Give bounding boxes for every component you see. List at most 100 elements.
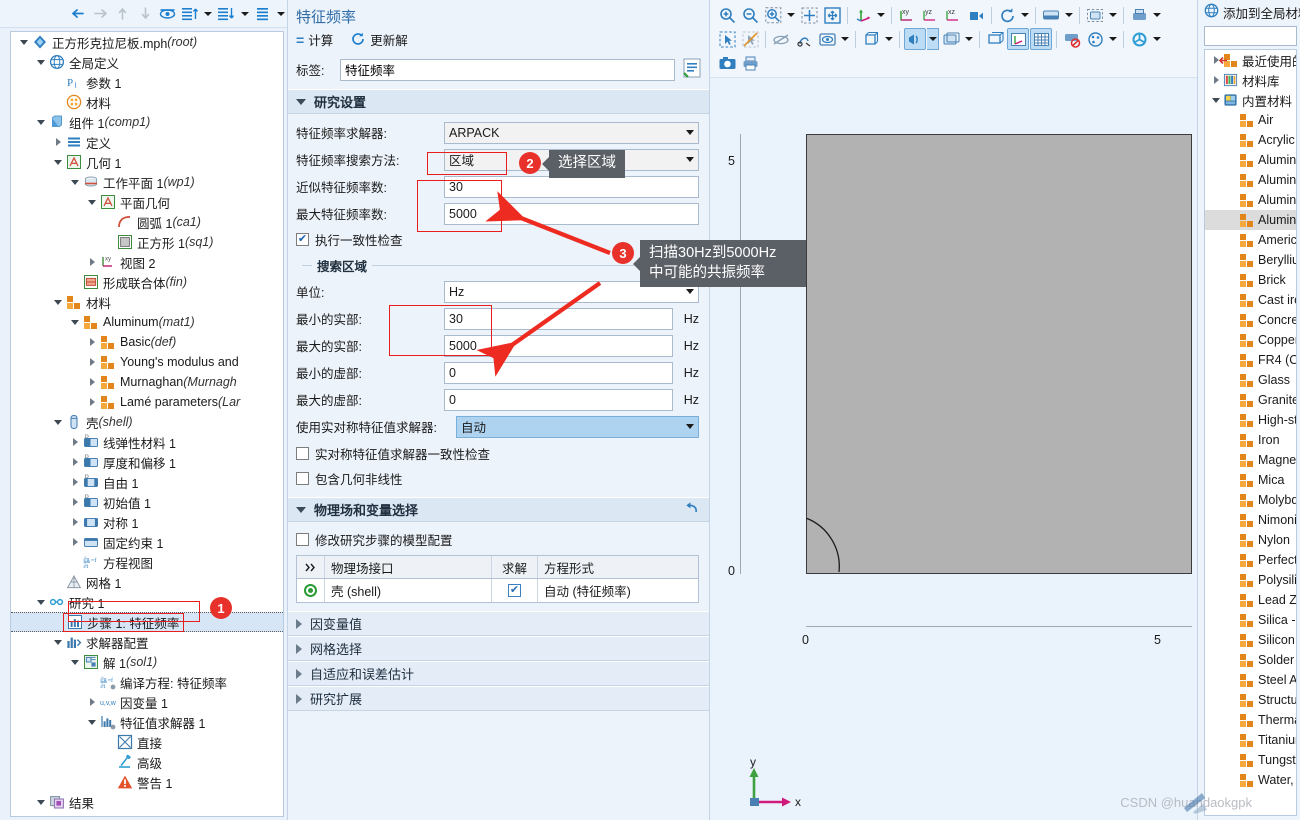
chevron-down-icon[interactable]	[34, 792, 48, 812]
tree-node[interactable]: 固定约束 1	[11, 532, 283, 552]
camera-view-icon[interactable]	[965, 4, 987, 26]
chevron-down-icon[interactable]	[1107, 4, 1119, 26]
material-list-item[interactable]: Nimonic	[1205, 510, 1296, 530]
chevron-right-icon[interactable]	[85, 692, 99, 712]
graphics-canvas[interactable]: 5 0 0 5 y x	[710, 78, 1197, 820]
material-search-input[interactable]	[1204, 26, 1297, 46]
axis-orient-icon[interactable]	[852, 4, 874, 26]
geometric-nonlinearity-row[interactable]: 包含几何非线性	[296, 467, 699, 489]
modify-model-config-checkbox[interactable]	[296, 532, 309, 546]
zoom-fit-icon[interactable]	[821, 4, 843, 26]
modify-model-config-row[interactable]: 修改研究步骤的模型配置	[296, 528, 699, 550]
material-list-item[interactable]: Aluminum	[1205, 170, 1296, 190]
rotate-icon[interactable]	[996, 4, 1018, 26]
chevron-right-icon[interactable]	[51, 132, 65, 152]
material-list-item[interactable]: Structu	[1205, 690, 1296, 710]
chevron-down-icon[interactable]	[785, 4, 797, 26]
consistency-check-row[interactable]: 执行一致性检查	[296, 228, 699, 250]
material-list-item[interactable]: Polysilic	[1205, 570, 1296, 590]
chevron-down-icon[interactable]	[202, 3, 214, 25]
chevron-down-icon[interactable]	[1019, 4, 1031, 26]
refresh-view-icon[interactable]	[1128, 28, 1150, 50]
select-box-icon[interactable]	[1084, 4, 1106, 26]
material-list-item[interactable]: Nylon	[1205, 530, 1296, 550]
material-list-item[interactable]: Silicon	[1205, 630, 1296, 650]
tree-node[interactable]: 正方形克拉尼板.mph (root)	[11, 32, 283, 52]
chevron-down-icon[interactable]	[1151, 4, 1163, 26]
chevron-right-icon[interactable]	[68, 492, 82, 512]
chevron-down-icon[interactable]	[1063, 4, 1075, 26]
material-list-item[interactable]: Steel AI	[1205, 670, 1296, 690]
eigenfrequency-solver-select[interactable]: ARPACK	[444, 121, 699, 144]
snapshot-icon[interactable]	[716, 52, 738, 74]
tree-node[interactable]: 材料	[11, 92, 283, 112]
tree-node[interactable]: ∂u ∂t =f 方程视图	[11, 552, 283, 572]
material-list-item[interactable]: Tungste	[1205, 750, 1296, 770]
tree-node[interactable]: 警告 1	[11, 772, 283, 792]
table-row[interactable]: 壳 (shell) ✔ 自动 (特征频率)	[297, 579, 698, 602]
view-xz-icon[interactable]: xz	[942, 4, 964, 26]
physics-table[interactable]: 物理场接口 求解 方程形式 壳 (shell) ✔ 自动 (特征频率)	[296, 555, 699, 603]
chevron-down-icon[interactable]	[34, 592, 48, 612]
zoom-out-icon[interactable]	[739, 4, 761, 26]
section-header-study-extensions[interactable]: 研究扩展	[288, 686, 709, 711]
wireframe-icon[interactable]	[860, 28, 882, 50]
tree-node[interactable]: 求解器配置	[11, 632, 283, 652]
material-list-item[interactable]: Cast iron	[1205, 290, 1296, 310]
down-arrow-icon[interactable]	[135, 3, 155, 25]
chevron-down-icon[interactable]	[839, 28, 851, 50]
tree-node[interactable]: 解 1 (sol1)	[11, 652, 283, 672]
material-list-item[interactable]: Water,	[1205, 770, 1296, 790]
section-header-adaptation-error[interactable]: 自适应和误差估计	[288, 661, 709, 686]
chevron-down-icon[interactable]	[34, 52, 48, 72]
tree-node[interactable]: Aluminum (mat1)	[11, 312, 283, 332]
chevron-down-icon[interactable]	[51, 292, 65, 312]
material-list-item[interactable]: Lead Zir	[1205, 590, 1296, 610]
material-list-item[interactable]: Perfect	[1205, 550, 1296, 570]
section-header-study-settings[interactable]: 研究设置	[288, 89, 709, 114]
material-list-item[interactable]: Granite	[1205, 390, 1296, 410]
tree-node[interactable]: D 初始值 1	[11, 492, 283, 512]
material-list-item[interactable]: Glass	[1205, 370, 1296, 390]
material-list-item[interactable]: Air	[1205, 110, 1296, 130]
tree-node[interactable]: D 线弹性材料 1	[11, 432, 283, 452]
max-imag-input[interactable]: 0	[444, 388, 673, 411]
geometric-nonlinearity-checkbox[interactable]	[296, 471, 309, 485]
tree-node-selected[interactable]: 步骤 1: 特征频率	[11, 612, 283, 632]
approx-eigenfrequency-input[interactable]: 30	[444, 175, 699, 198]
tree-node[interactable]: 组件 1 (comp1)	[11, 112, 283, 132]
deselect-icon[interactable]	[739, 28, 761, 50]
material-browser-header[interactable]: 添加到全局材料	[1198, 0, 1300, 24]
tree-node[interactable]: 结果	[11, 792, 283, 812]
scene-light-icon[interactable]	[1040, 4, 1062, 26]
row-radio[interactable]	[297, 579, 325, 602]
material-list-item-selected[interactable]: Aluminum	[1205, 210, 1296, 230]
chevron-down-icon[interactable]	[1151, 28, 1163, 50]
material-list-item[interactable]: Solder	[1205, 650, 1296, 670]
chevron-right-icon[interactable]	[51, 812, 65, 816]
material-list-item[interactable]: 材料库	[1205, 70, 1296, 90]
chevron-down-icon[interactable]	[1107, 28, 1119, 50]
chevron-down-icon[interactable]	[85, 712, 99, 732]
view-yz-icon[interactable]: yz	[919, 4, 941, 26]
tree-node[interactable]: Pi 参数 1	[11, 72, 283, 92]
chevron-right-icon[interactable]	[85, 352, 99, 372]
tree-node[interactable]: ∂u ∂t =f 编译方程: 特征频率	[11, 672, 283, 692]
tree-node[interactable]: xy 视图 2	[11, 252, 283, 272]
max-eigenfrequency-input[interactable]: 5000	[444, 202, 699, 225]
tree-node[interactable]: 平面几何	[11, 192, 283, 212]
forward-arrow-icon[interactable]	[90, 3, 110, 25]
min-imag-input[interactable]: 0	[444, 361, 673, 384]
consistency-check-checkbox[interactable]	[296, 232, 309, 246]
material-list-item[interactable]: Beryllium	[1205, 250, 1296, 270]
list-icon[interactable]	[253, 3, 273, 25]
material-list-item[interactable]: Concrete	[1205, 310, 1296, 330]
chevron-down-icon[interactable]	[17, 32, 31, 52]
chevron-down-icon[interactable]	[68, 652, 82, 672]
tree-node[interactable]: 几何 1	[11, 152, 283, 172]
tree-node[interactable]: 对称 1	[11, 512, 283, 532]
chevron-right-icon[interactable]	[1209, 76, 1223, 84]
material-list-item[interactable]: Titanium	[1205, 730, 1296, 750]
chevron-right-icon[interactable]	[68, 512, 82, 532]
section-header-mesh-selection[interactable]: 网格选择	[288, 636, 709, 661]
